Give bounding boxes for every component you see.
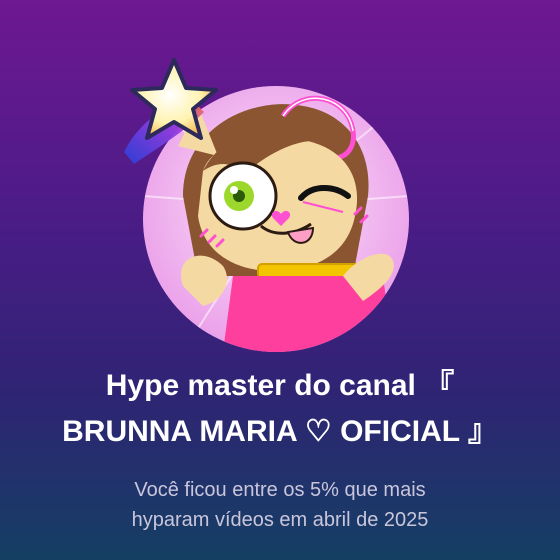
hype-master-card: Hype master do canal 『 BRUNNA MARIA ♡ OF… <box>0 0 560 560</box>
badge-subtitle-line1: Você ficou entre os 5% que mais <box>134 479 426 501</box>
hype-star-icon <box>104 52 234 170</box>
badge-title-line1: Hype master do canal 『 <box>105 369 455 402</box>
badge-subtitle-line2: hyparam vídeos em abril de 2025 <box>131 509 429 531</box>
badge-title-line2: BRUNNA MARIA ♡ OFICIAL 』 <box>62 415 498 448</box>
